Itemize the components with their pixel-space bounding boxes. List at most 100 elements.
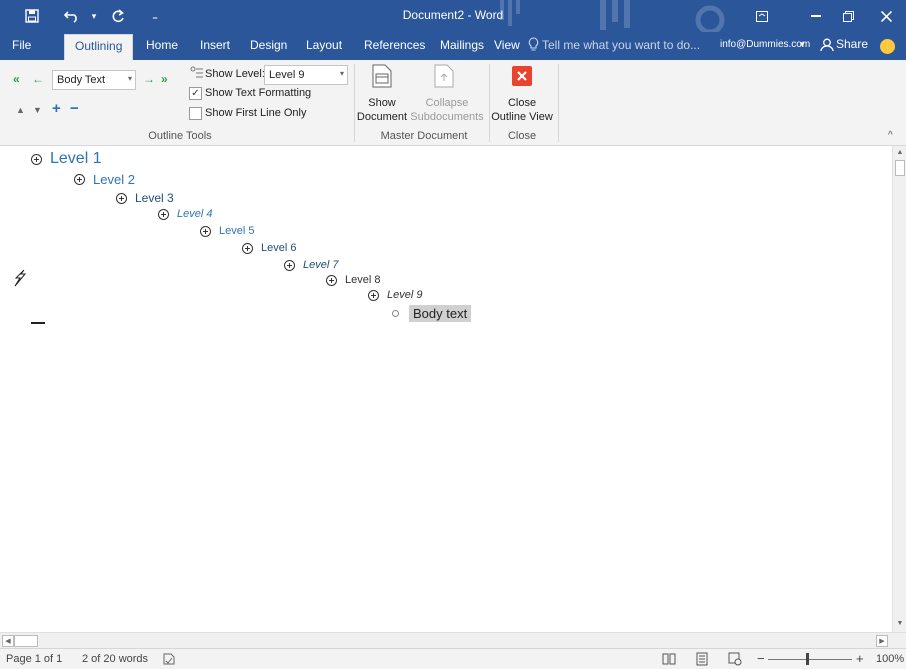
feedback-smiley-icon[interactable] bbox=[880, 39, 895, 54]
expand-plus-icon[interactable] bbox=[242, 242, 253, 254]
chevron-down-icon: ▾ bbox=[339, 69, 344, 78]
horizontal-scrollbar[interactable]: ◀ ▶ bbox=[0, 632, 906, 648]
outline-text: Level 6 bbox=[261, 242, 297, 254]
zoom-slider-track[interactable] bbox=[768, 659, 852, 660]
outline-text: Level 9 bbox=[387, 289, 423, 301]
scroll-down-icon[interactable]: ▼ bbox=[894, 618, 906, 630]
close-label-1: Close bbox=[507, 97, 537, 109]
vertical-scrollbar[interactable]: ▲ ▼ bbox=[892, 146, 906, 632]
ribbon-display-options-button[interactable] bbox=[742, 0, 782, 32]
zoom-slider-thumb[interactable] bbox=[806, 653, 809, 665]
titlebar-decoration bbox=[500, 0, 725, 32]
show-level-label: Show Level: bbox=[205, 68, 265, 80]
expand-plus-icon[interactable] bbox=[326, 274, 337, 286]
outline-text: Level 1 bbox=[50, 150, 102, 167]
customize-qat-icon[interactable]: ₌ bbox=[145, 6, 165, 26]
promote-icon[interactable]: ← bbox=[32, 72, 44, 86]
show-level-combo[interactable]: Level 9 ▾ bbox=[264, 65, 348, 85]
show-text-formatting-label: Show Text Formatting bbox=[205, 87, 312, 99]
tab-mailings[interactable]: Mailings bbox=[440, 38, 484, 52]
group-separator bbox=[354, 64, 355, 142]
outline-level-1[interactable]: Level 1 bbox=[31, 150, 102, 168]
zoom-in-button[interactable]: + bbox=[856, 651, 864, 666]
show-document-label-2: Document bbox=[356, 111, 408, 123]
outline-level-combo[interactable]: Body Text ▾ bbox=[52, 70, 136, 90]
outline-level-7[interactable]: Level 7 bbox=[284, 259, 338, 271]
undo-dropdown-icon[interactable]: ▾ bbox=[84, 6, 104, 26]
account-name[interactable]: info@Dummies.com bbox=[720, 39, 810, 50]
expand-plus-icon[interactable] bbox=[200, 225, 211, 237]
tab-design[interactable]: Design bbox=[250, 38, 287, 52]
move-down-icon[interactable]: ▼ bbox=[33, 105, 42, 115]
share-person-icon[interactable] bbox=[820, 38, 834, 55]
horizontal-scroll-thumb[interactable] bbox=[14, 635, 38, 647]
zoom-level[interactable]: 100% bbox=[876, 653, 904, 665]
tab-home[interactable]: Home bbox=[146, 38, 178, 52]
collapse-icon[interactable]: − bbox=[70, 100, 79, 117]
scroll-left-icon[interactable]: ◀ bbox=[2, 635, 14, 647]
tab-insert[interactable]: Insert bbox=[200, 38, 230, 52]
show-text-formatting-checkbox[interactable]: ✓ bbox=[189, 87, 202, 100]
ribbon-tab-row: File Outlining Home Insert Design Layout… bbox=[0, 32, 906, 60]
tab-view[interactable]: View bbox=[494, 38, 520, 52]
collapse-subdocuments-icon bbox=[434, 64, 454, 91]
tab-layout[interactable]: Layout bbox=[306, 38, 342, 52]
show-level-value: Level 9 bbox=[269, 69, 305, 81]
outline-level-5[interactable]: Level 5 bbox=[200, 225, 254, 237]
outline-level-9[interactable]: Level 9 bbox=[368, 289, 422, 301]
close-outline-view-icon[interactable] bbox=[512, 66, 532, 86]
outline-text: Level 3 bbox=[135, 191, 174, 205]
expand-plus-icon[interactable] bbox=[368, 289, 379, 301]
scroll-right-icon[interactable]: ▶ bbox=[876, 635, 888, 647]
mouse-pointer-icon bbox=[12, 268, 28, 288]
save-icon[interactable] bbox=[22, 6, 42, 26]
show-document-label-1: Show bbox=[368, 97, 396, 109]
expand-plus-icon[interactable] bbox=[116, 192, 127, 204]
account-dropdown-icon[interactable]: ▾ bbox=[800, 39, 805, 50]
demote-to-body-text-icon[interactable]: » bbox=[161, 72, 168, 86]
page-count[interactable]: Page 1 of 1 bbox=[6, 653, 62, 665]
redo-icon[interactable] bbox=[108, 6, 128, 26]
print-layout-icon[interactable] bbox=[696, 652, 708, 669]
show-first-line-only-checkbox[interactable] bbox=[189, 107, 202, 120]
show-document-button[interactable]: Show Document bbox=[356, 96, 408, 124]
restore-button[interactable] bbox=[828, 0, 868, 32]
undo-icon[interactable] bbox=[62, 6, 82, 26]
tab-outlining[interactable]: Outlining bbox=[64, 34, 134, 60]
ribbon: « ← Body Text ▾ → » ▲ ▼ + − Show Level: … bbox=[0, 60, 906, 146]
tab-file[interactable]: File bbox=[12, 38, 31, 52]
chevron-down-icon: ▾ bbox=[127, 74, 132, 83]
outline-level-value: Body Text bbox=[57, 74, 106, 86]
demote-icon[interactable]: → bbox=[143, 72, 155, 86]
expand-plus-icon[interactable] bbox=[284, 259, 295, 271]
close-outline-view-button[interactable]: Close Outline View bbox=[490, 96, 554, 124]
expand-plus-icon[interactable] bbox=[74, 174, 85, 185]
show-document-icon[interactable] bbox=[372, 64, 392, 91]
zoom-out-button[interactable]: − bbox=[757, 651, 765, 666]
close-window-button[interactable] bbox=[866, 0, 906, 32]
outline-level-2[interactable]: Level 2 bbox=[74, 172, 135, 187]
promote-to-heading1-icon[interactable]: « bbox=[13, 72, 20, 86]
expand-plus-icon[interactable] bbox=[31, 153, 42, 165]
read-mode-icon[interactable] bbox=[662, 653, 676, 668]
word-count[interactable]: 2 of 20 words bbox=[82, 653, 148, 665]
scroll-up-icon[interactable]: ▲ bbox=[894, 147, 906, 159]
web-layout-icon[interactable] bbox=[728, 652, 742, 669]
outline-level-8[interactable]: Level 8 bbox=[326, 274, 380, 286]
outline-level-3[interactable]: Level 3 bbox=[116, 191, 174, 205]
collapse-ribbon-icon[interactable]: ^ bbox=[888, 130, 893, 141]
outline-level-6[interactable]: Level 6 bbox=[242, 242, 296, 254]
expand-plus-icon[interactable] bbox=[158, 208, 169, 220]
proofing-icon[interactable] bbox=[162, 652, 176, 669]
move-up-icon[interactable]: ▲ bbox=[16, 105, 25, 115]
outline-level-4[interactable]: Level 4 bbox=[158, 208, 212, 220]
expand-icon[interactable]: + bbox=[52, 100, 61, 117]
group-separator bbox=[558, 64, 559, 142]
vertical-scroll-thumb[interactable] bbox=[895, 160, 905, 176]
outline-body-text[interactable]: Body text bbox=[390, 305, 472, 322]
tell-me-search[interactable]: Tell me what you want to do... bbox=[542, 38, 700, 52]
outline-tools-group-label: Outline Tools bbox=[148, 130, 212, 142]
tab-references[interactable]: References bbox=[364, 38, 425, 52]
share-button[interactable]: Share bbox=[836, 37, 868, 51]
document-area[interactable]: Level 1 Level 2 Level 3 Level 4 Level 5 … bbox=[0, 146, 892, 632]
